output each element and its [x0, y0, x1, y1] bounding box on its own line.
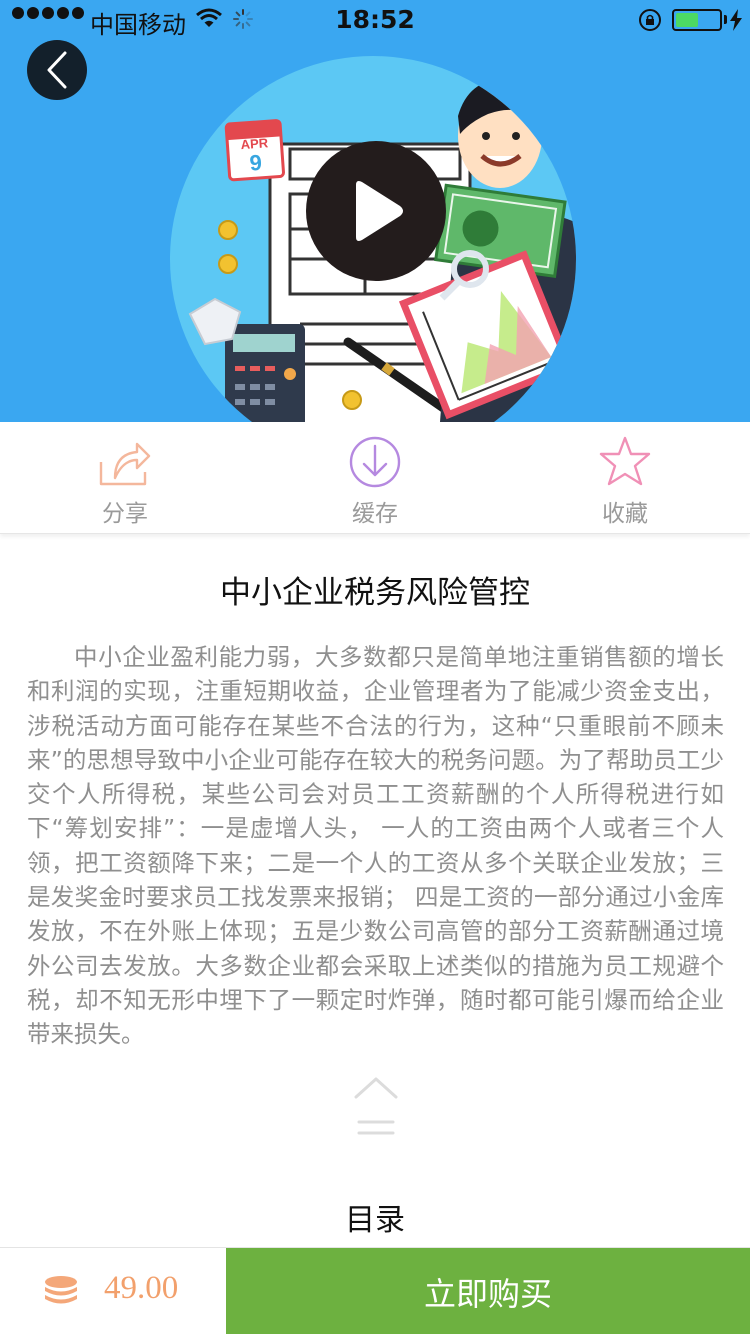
- star-icon: [599, 436, 651, 486]
- back-button[interactable]: [27, 40, 87, 100]
- favorite-button[interactable]: 收藏: [500, 422, 750, 534]
- chevron-left-icon: [47, 51, 67, 89]
- collapse-toggle-icon[interactable]: [350, 1075, 402, 1141]
- status-bar: 中国移动 18:52: [0, 0, 750, 40]
- battery-icon: [672, 9, 722, 31]
- price-box: 49.00: [0, 1248, 226, 1334]
- favorite-label: 收藏: [602, 501, 648, 527]
- buy-now-button[interactable]: 立即购买: [226, 1248, 750, 1334]
- play-icon: [356, 181, 403, 241]
- table-of-contents-heading[interactable]: 目录: [0, 1195, 750, 1239]
- calendar-day: 9: [249, 150, 263, 176]
- share-label: 分享: [102, 501, 148, 527]
- share-icon: [99, 442, 151, 486]
- video-hero: 中国移动 18:52 APR 9: [0, 0, 750, 422]
- orientation-lock-icon: [639, 9, 661, 31]
- share-button[interactable]: 分享: [0, 422, 250, 534]
- price-value: 49.00: [104, 1270, 179, 1306]
- charging-icon: [730, 9, 742, 31]
- purchase-bar: 49.00 立即购买: [0, 1247, 750, 1334]
- course-title: 中小企业税务风险管控: [220, 575, 530, 611]
- cache-label: 缓存: [352, 501, 398, 527]
- action-bar: 分享 缓存 收藏: [0, 422, 750, 534]
- course-description: 中小企业盈利能力弱，大多数都只是简单地注重销售额的增长和利润的实现，注重短期收益…: [27, 643, 724, 1049]
- download-icon: [349, 436, 401, 488]
- cache-button[interactable]: 缓存: [250, 422, 500, 534]
- play-button[interactable]: [306, 141, 446, 281]
- coins-icon: [45, 1276, 77, 1304]
